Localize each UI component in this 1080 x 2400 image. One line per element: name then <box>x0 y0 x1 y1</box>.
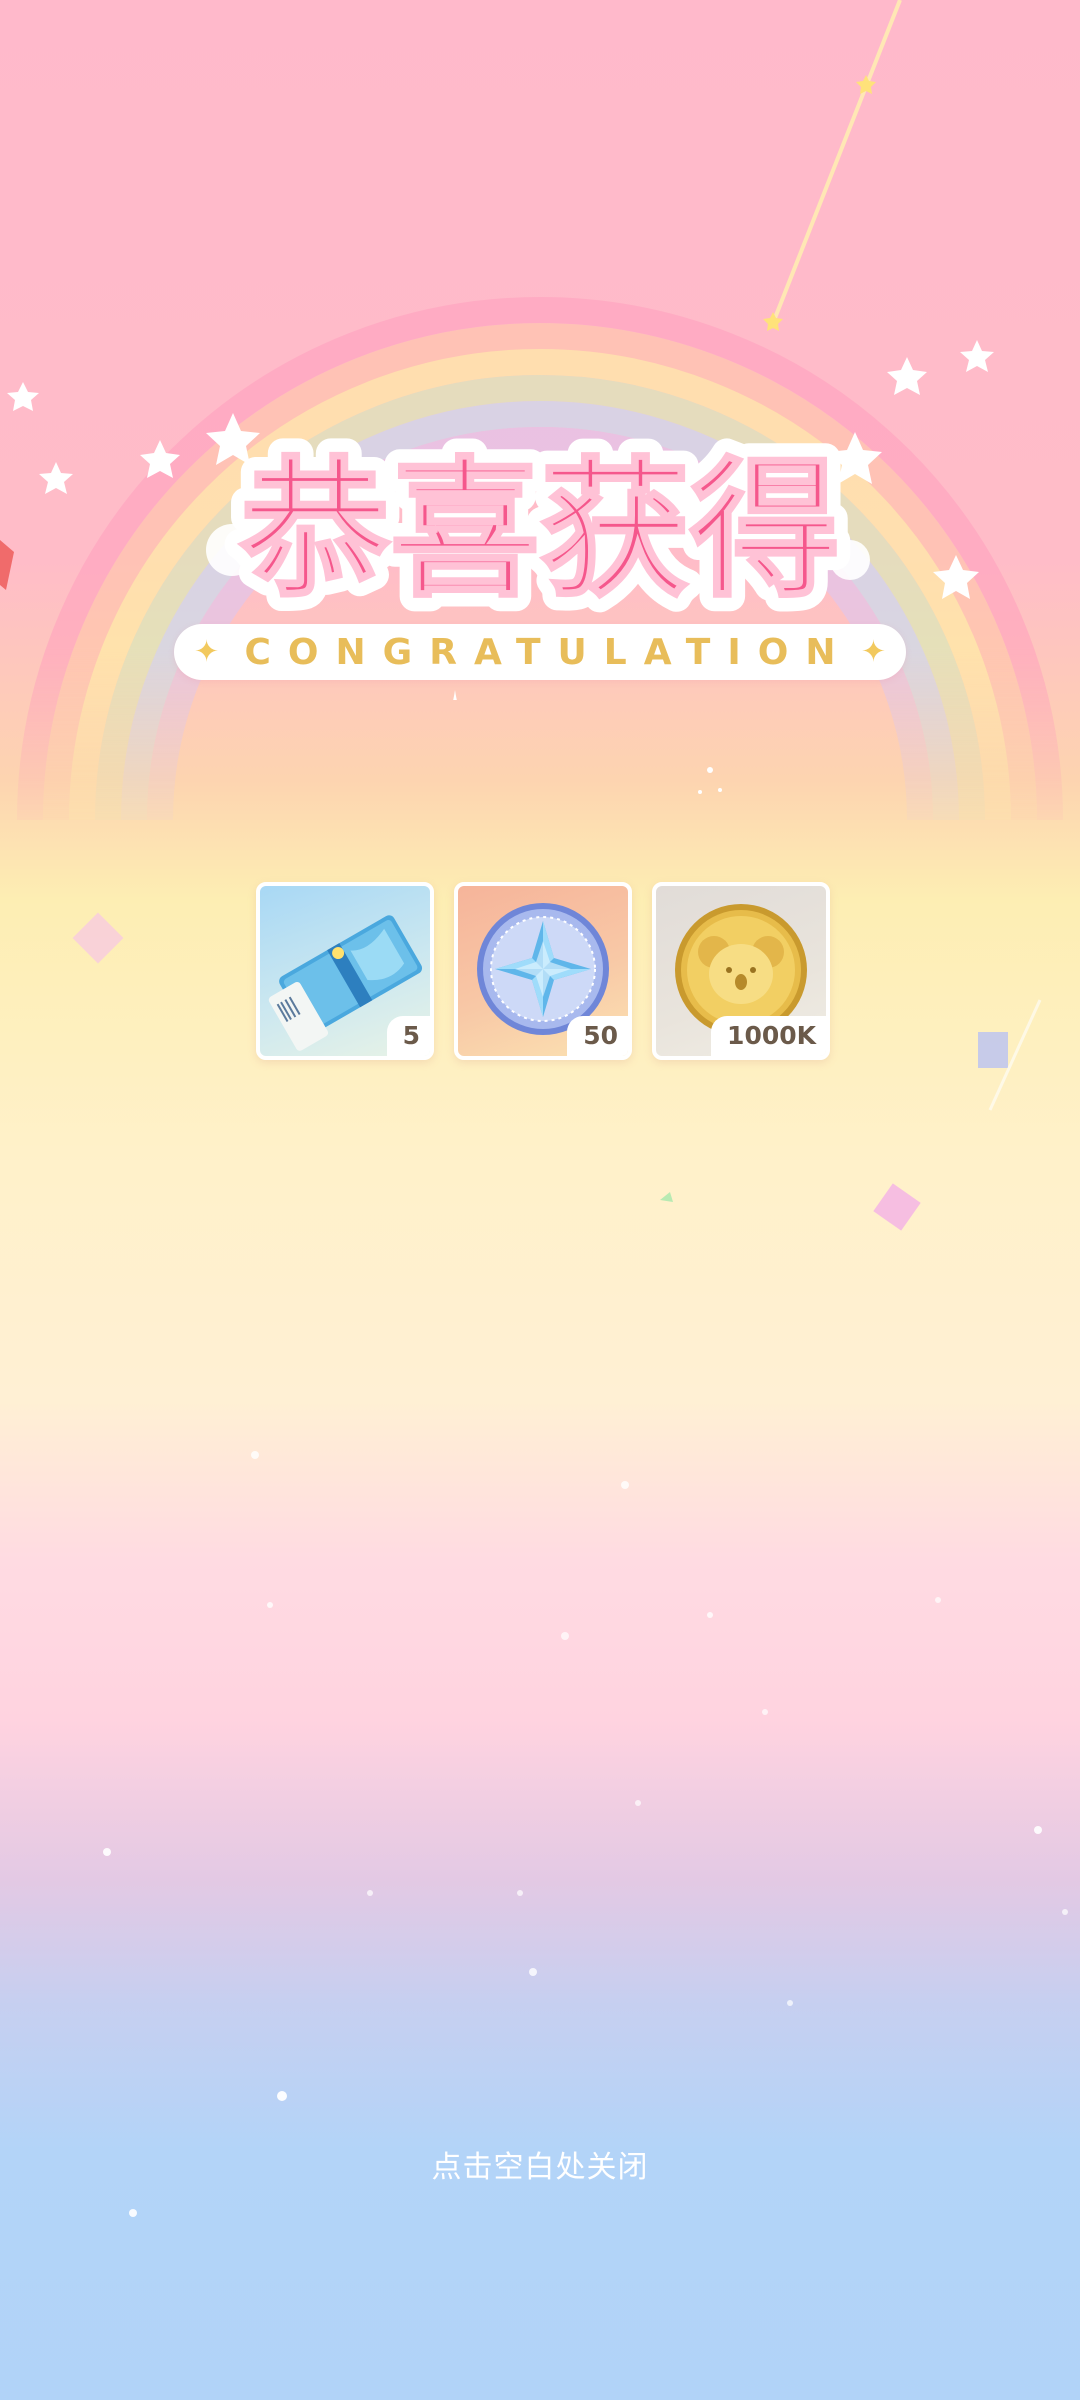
reward-popup-screen[interactable]: 恭喜获得 恭喜获得 ✦ CONGRATULATION ✦ 5 50 1000K … <box>0 0 1080 2400</box>
reward-list: 5 50 1000K <box>256 882 830 1060</box>
sparkle-icon: ✦ <box>194 634 220 670</box>
reward-item-ticket[interactable]: 5 <box>256 882 434 1060</box>
reward-quantity: 50 <box>567 1016 628 1056</box>
title-banner: 恭喜获得 恭喜获得 <box>0 0 994 700</box>
close-hint-text[interactable]: 点击空白处关闭 <box>0 2142 1080 2186</box>
subtitle-banner: ✦ CONGRATULATION ✦ <box>174 624 906 680</box>
subtitle-text: CONGRATULATION <box>244 631 853 673</box>
reward-item-coin[interactable]: 1000K <box>652 882 830 1060</box>
reward-item-medal[interactable]: 50 <box>454 882 632 1060</box>
sparkle-icon: ✦ <box>860 634 886 670</box>
reward-quantity: 1000K <box>711 1016 826 1056</box>
title-text: 恭喜获得 <box>239 444 840 618</box>
reward-quantity: 5 <box>386 1016 430 1056</box>
